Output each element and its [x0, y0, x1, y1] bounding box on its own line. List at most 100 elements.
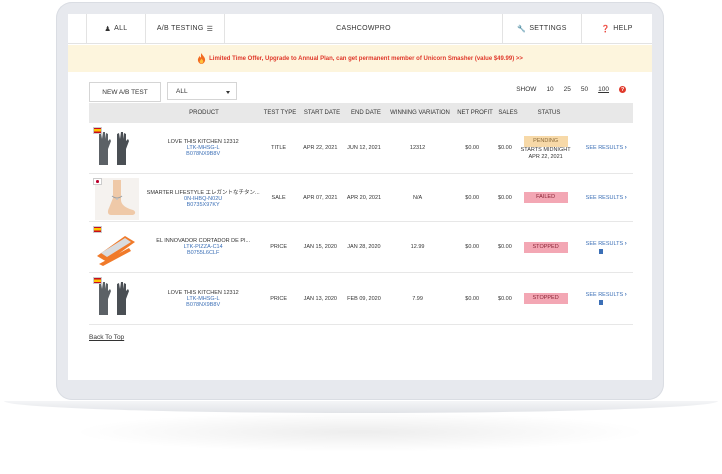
promo-banner[interactable]: Limited Time Offer, Upgrade to Annual Pl… — [68, 45, 652, 72]
end-date: JAN 28, 2020 — [347, 244, 381, 250]
nav-help[interactable]: ❓ HELP — [582, 14, 652, 43]
see-results-link[interactable]: SEE RESULTS › — [575, 292, 633, 305]
user-icon: ♟ — [104, 25, 112, 33]
header-product: PRODUCT — [189, 110, 219, 116]
see-results-label: SEE RESULTS — [585, 240, 624, 247]
nav-settings[interactable]: 🔧 SETTINGS — [503, 14, 582, 43]
header-end-date: END DATE — [351, 110, 381, 116]
nav-help-label: HELP — [613, 25, 633, 32]
header-sales: SALES — [498, 110, 518, 116]
trash-icon[interactable] — [599, 248, 604, 254]
question-circle-icon: ❓ — [601, 25, 611, 33]
net-profit: $0.00 — [465, 295, 480, 302]
net-profit: $0.00 — [465, 194, 480, 201]
table-row: LOVE THIS KITCHEN 12312 LTK-MHSG-L B078N… — [89, 273, 633, 325]
header-test-type: TEST TYPE — [263, 110, 297, 116]
net-profit: $0.00 — [465, 145, 480, 151]
header-start-date: START DATE — [303, 110, 341, 116]
chevron-right-icon: › — [624, 145, 627, 151]
app-screen: ♟ ALL A/B TESTING ☰ CASHCOWPRO 🔧 SETTING… — [68, 14, 652, 380]
brand-label: CASHCOWPRO — [336, 25, 391, 32]
end-date: APR 20, 2021 — [346, 194, 382, 201]
header-winning-variation: WINNING VARIATION — [390, 110, 450, 116]
product-cell: LOVE THIS KITCHEN 12312 LTK-MHSG-L B078N… — [147, 139, 260, 157]
status-badge: PENDING — [523, 135, 568, 147]
see-results-label: SEE RESULTS — [585, 145, 624, 151]
laptop-shadow — [70, 412, 650, 452]
status-badge: FAILED — [523, 192, 568, 203]
winning-variation: 12.99 — [410, 244, 425, 250]
page-size-50[interactable]: 50 — [581, 86, 588, 93]
product-cell: LOVE THIS KITCHEN 12312 LTK-MHSG-L B078N… — [147, 290, 260, 308]
product-asin[interactable]: B078NX9B8V — [147, 151, 260, 157]
top-nav: ♟ ALL A/B TESTING ☰ CASHCOWPRO 🔧 SETTING… — [68, 14, 652, 44]
promo-banner-text: Limited Time Offer, Upgrade to Annual Pl… — [209, 55, 523, 62]
product-cell: EL INNOVADOR CORTADOR DE PI... LTK-PIZZA… — [147, 238, 260, 256]
page-size-10[interactable]: 10 — [546, 86, 553, 93]
product-asin[interactable]: B0735X97KY — [147, 202, 260, 208]
question-icon[interactable]: ? — [619, 86, 626, 93]
trash-icon[interactable] — [599, 300, 604, 305]
start-date: APR 22, 2021 — [303, 145, 338, 151]
test-type: PRICE — [270, 295, 287, 302]
start-date: JAN 15, 2020 — [303, 244, 337, 250]
page-size-selector: SHOW 10 25 50 100 ? — [516, 86, 626, 93]
product-asin[interactable]: B078NX9B8V — [147, 302, 260, 308]
flame-icon — [198, 53, 206, 64]
end-date: FEB 09, 2020 — [347, 295, 381, 302]
product-image-cell — [89, 222, 147, 272]
nav-ab-testing-label: A/B TESTING — [156, 25, 204, 32]
flag-japan-icon — [93, 178, 102, 185]
flag-spain-icon — [93, 127, 102, 134]
see-results-link[interactable]: SEE RESULTS › — [575, 195, 633, 201]
table-row: EL INNOVADOR CORTADOR DE PI... LTK-PIZZA… — [89, 222, 633, 273]
sales: $0.00 — [498, 145, 512, 151]
brand-title[interactable]: CASHCOWPRO — [225, 14, 503, 43]
filter-select-value: ALL — [176, 87, 188, 95]
end-date: JUN 12, 2021 — [347, 145, 381, 151]
table-header: PRODUCT TEST TYPE START DATE END DATE WI… — [89, 103, 633, 123]
product-asin[interactable]: B0755L6CLF — [147, 250, 260, 256]
new-ab-test-button[interactable]: NEW A/B TEST — [89, 82, 161, 102]
sales: $0.00 — [498, 295, 512, 302]
product-cell: SMARTER LIFESTYLE エレガントなチタン... 0N-IHBQ-N… — [147, 188, 260, 208]
status-start-date: APR 22, 2021 — [528, 153, 563, 160]
sales: $0.00 — [498, 244, 512, 250]
see-results-label: SEE RESULTS — [585, 194, 624, 201]
page-size-100[interactable]: 100 — [598, 86, 609, 93]
filter-select[interactable]: ALL — [167, 82, 237, 100]
see-results-link[interactable]: SEE RESULTS › — [575, 145, 633, 151]
product-image-cell — [89, 123, 147, 173]
status-cell: STOPPED — [516, 293, 576, 304]
chevron-right-icon: › — [624, 240, 627, 247]
header-status: STATUS — [537, 110, 561, 116]
table-row: SMARTER LIFESTYLE エレガントなチタン... 0N-IHBQ-N… — [89, 174, 633, 222]
flag-spain-icon — [93, 277, 102, 284]
caret-down-icon — [226, 91, 230, 94]
back-to-top-link[interactable]: Back To Top — [89, 334, 124, 341]
menu-icon: ☰ — [206, 25, 214, 33]
ab-tests-table: PRODUCT TEST TYPE START DATE END DATE WI… — [89, 103, 633, 325]
chevron-right-icon: › — [624, 292, 627, 298]
see-results-link[interactable]: SEE RESULTS › — [575, 241, 633, 254]
product-name: SMARTER LIFESTYLE エレガントなチタン... — [146, 189, 260, 196]
status-start-note: STARTS MIDNIGHT — [520, 146, 571, 153]
nav-all[interactable]: ♟ ALL — [87, 14, 146, 43]
chevron-right-icon: › — [624, 194, 627, 201]
test-type: SALE — [271, 194, 286, 201]
nav-spacer — [68, 14, 87, 43]
status-badge: STOPPED — [523, 293, 568, 304]
see-results-label: SEE RESULTS — [585, 292, 624, 298]
winning-variation: 7.99 — [412, 295, 423, 302]
page-size-25[interactable]: 25 — [564, 86, 571, 93]
status-cell: PENDING STARTS MIDNIGHT APR 22, 2021 — [516, 135, 576, 161]
test-type: TITLE — [271, 145, 287, 151]
status-cell: STOPPED — [516, 241, 576, 253]
test-type: PRICE — [270, 244, 287, 250]
nav-ab-testing[interactable]: A/B TESTING ☰ — [146, 14, 225, 43]
show-label: SHOW — [516, 86, 537, 93]
nav-settings-label: SETTINGS — [529, 25, 567, 32]
winning-variation: N/A — [412, 194, 423, 201]
table-row: LOVE THIS KITCHEN 12312 LTK-MHSG-L B078N… — [89, 123, 633, 174]
net-profit: $0.00 — [465, 244, 480, 250]
